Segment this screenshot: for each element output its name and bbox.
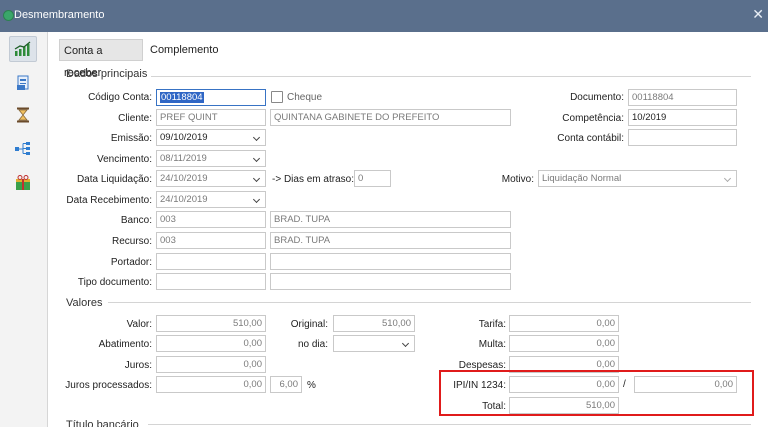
money-gift-icon[interactable] — [9, 170, 37, 196]
motivo-label: Motivo: — [501, 174, 534, 185]
juros-label: Juros: — [124, 360, 152, 371]
section-divider — [108, 302, 751, 303]
app-icon — [3, 10, 14, 21]
cheque-label: Cheque — [287, 92, 323, 103]
tab-conta-a-receber[interactable]: Conta a receber — [59, 39, 143, 79]
conta-contabil-label: Conta contábil: — [557, 133, 624, 144]
data-liquidacao-date-picker[interactable]: 24/10/2019 — [156, 170, 266, 187]
cheque-checkbox[interactable] — [271, 91, 283, 103]
abatimento-label: Abatimento: — [98, 339, 152, 350]
codigo-conta-input[interactable]: 00118804 — [156, 89, 266, 106]
codigo-conta-label: Código Conta: — [88, 92, 152, 103]
original-input[interactable]: 510,00 — [333, 315, 415, 332]
banco-name-input[interactable]: BRAD. TUPA — [270, 211, 511, 228]
highlight-box — [439, 370, 754, 416]
section-titulo-bancario: Título bancário — [66, 419, 139, 427]
competencia-input[interactable]: 10/2019 — [628, 109, 737, 126]
percent-unit: % — [307, 380, 316, 391]
hierarchy-icon[interactable] — [9, 136, 37, 162]
recurso-name-input[interactable]: BRAD. TUPA — [270, 232, 511, 249]
hourglass-icon[interactable] — [9, 102, 37, 128]
juros-input[interactable]: 0,00 — [156, 356, 266, 373]
portador-label: Portador: — [110, 257, 152, 268]
documento-input[interactable]: 00118804 — [628, 89, 737, 106]
section-divider — [151, 76, 751, 77]
section-divider — [148, 424, 751, 425]
abatimento-input[interactable]: 0,00 — [156, 335, 266, 352]
conta-contabil-input[interactable] — [628, 129, 737, 146]
tab-complemento[interactable]: Complemento — [146, 39, 226, 61]
valor-input[interactable]: 510,00 — [156, 315, 266, 332]
juros-processados-label: Juros processados: — [65, 380, 152, 391]
cliente-label: Cliente: — [118, 113, 152, 124]
tipo-documento-name-input[interactable] — [270, 273, 511, 290]
juros-processados-input[interactable]: 0,00 — [156, 376, 266, 393]
no-dia-date-picker[interactable] — [333, 335, 415, 352]
title-bar: Desmembramento ✕ — [0, 0, 768, 32]
chart-growth-icon[interactable] — [9, 36, 37, 62]
cliente-name-input[interactable]: QUINTANA GABINETE DO PREFEITO — [270, 109, 511, 126]
tipo-documento-code-input[interactable] — [156, 273, 266, 290]
close-icon[interactable]: ✕ — [752, 6, 764, 23]
section-valores: Valores — [66, 297, 103, 309]
no-dia-label: no dia: — [297, 339, 328, 350]
valor-label: Valor: — [126, 319, 152, 330]
tarifa-label: Tarifa: — [478, 319, 506, 330]
multa-input[interactable]: 0,00 — [509, 335, 619, 352]
section-dados-principais: Dados principais — [66, 68, 148, 80]
dias-em-atraso-label: -> Dias em atraso: — [272, 174, 354, 185]
tipo-documento-label: Tipo documento: — [77, 277, 152, 288]
recurso-code-input[interactable]: 003 — [156, 232, 266, 249]
competencia-label: Competência: — [562, 113, 624, 124]
motivo-select[interactable]: Liquidação Normal — [538, 170, 737, 187]
documento-label: Documento: — [570, 92, 624, 103]
emissao-label: Emissão: — [110, 133, 152, 144]
cliente-code-input[interactable]: PREF QUINT — [156, 109, 266, 126]
juros-rate-input[interactable]: 6,00 — [270, 376, 302, 393]
banco-label: Banco: — [120, 215, 152, 226]
data-liquidacao-label: Data Liquidação: — [76, 174, 152, 185]
data-recebimento-label: Data Recebimento: — [66, 195, 152, 206]
tarifa-input[interactable]: 0,00 — [509, 315, 619, 332]
codigo-conta-value: 00118804 — [160, 92, 204, 103]
document-icon[interactable] — [9, 70, 37, 96]
emissao-date-picker[interactable]: 09/10/2019 — [156, 129, 266, 146]
banco-code-input[interactable]: 003 — [156, 211, 266, 228]
vencimento-date-picker[interactable]: 08/11/2019 — [156, 150, 266, 167]
sidebar — [0, 32, 48, 427]
multa-label: Multa: — [478, 339, 506, 350]
portador-code-input[interactable] — [156, 253, 266, 270]
original-label: Original: — [290, 319, 328, 330]
recurso-label: Recurso: — [111, 236, 152, 247]
window-title: Desmembramento — [14, 9, 105, 21]
data-recebimento-date-picker[interactable]: 24/10/2019 — [156, 191, 266, 208]
dias-em-atraso-input[interactable]: 0 — [354, 170, 391, 187]
portador-name-input[interactable] — [270, 253, 511, 270]
vencimento-label: Vencimento: — [96, 154, 152, 165]
